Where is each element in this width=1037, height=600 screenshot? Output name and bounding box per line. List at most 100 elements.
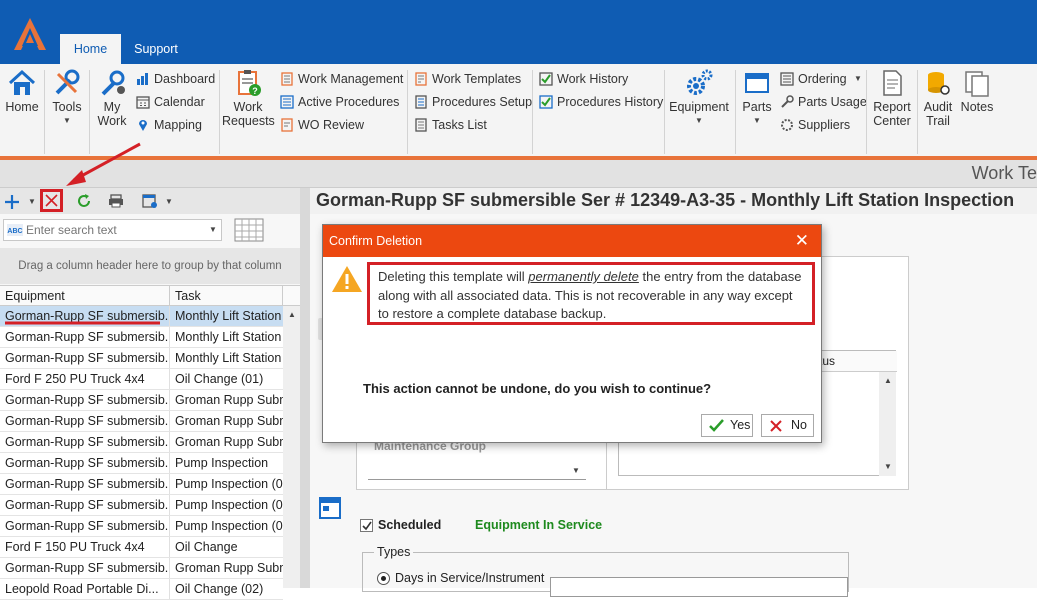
dashboard-label: Dashboard bbox=[154, 72, 216, 86]
table-row[interactable]: Gorman-Rupp SF submersib... Pump Inspecti… bbox=[0, 453, 283, 474]
procedures-setup-label: Procedures Setup bbox=[432, 95, 533, 109]
tab-support[interactable]: Support bbox=[127, 34, 185, 64]
calendar-icon bbox=[136, 96, 150, 109]
svg-text:?: ? bbox=[252, 86, 258, 96]
notes-icon bbox=[965, 71, 989, 97]
checkmark-icon bbox=[362, 521, 372, 531]
scroll-up-icon[interactable]: ▲ bbox=[288, 310, 296, 319]
days-in-service-field[interactable] bbox=[550, 577, 848, 597]
task-cell: Pump Inspection (01 bbox=[175, 477, 283, 491]
work-history-label: Work History bbox=[557, 72, 629, 86]
annotation-arrow bbox=[66, 142, 141, 186]
message-text-1: Deleting this template will bbox=[378, 269, 529, 284]
search-box[interactable]: ABC ▼ bbox=[3, 219, 222, 241]
refresh-icon[interactable] bbox=[76, 193, 92, 209]
parts-usage-icon bbox=[781, 95, 794, 108]
home-button[interactable]: Home bbox=[4, 68, 40, 114]
chevron-down-icon[interactable]: ▼ bbox=[209, 225, 217, 234]
grid-layout-icon[interactable] bbox=[234, 218, 264, 242]
delete-x-icon bbox=[45, 194, 58, 207]
warning-icon bbox=[332, 266, 362, 292]
task-cell: Pump Inspection (02 bbox=[175, 498, 283, 512]
ribbon-separator bbox=[219, 70, 220, 154]
title-bar: Home Support bbox=[0, 0, 1037, 64]
database-search-icon bbox=[928, 72, 950, 95]
equipment-cell: Gorman-Rupp SF submersib... bbox=[0, 390, 170, 410]
maintenance-group-select[interactable]: ▼ bbox=[368, 460, 586, 480]
dialog-question: This action cannot be undone, do you wis… bbox=[363, 381, 712, 396]
equipment-cell: Gorman-Rupp SF submersib... bbox=[0, 495, 170, 515]
parts-usage-label: Parts Usage bbox=[798, 95, 867, 109]
ordering-icon bbox=[780, 72, 794, 86]
chevron-down-icon[interactable]: ▼ bbox=[572, 466, 580, 475]
table-row[interactable]: Gorman-Rupp SF submersib... Monthly Lift … bbox=[0, 348, 283, 369]
delete-button[interactable] bbox=[40, 189, 63, 212]
days-in-service-label: Days in Service/Instrument bbox=[395, 571, 545, 585]
table-row[interactable]: Leopold Road Portable Di... Oil Change (0… bbox=[0, 579, 283, 600]
task-cell: Oil Change (01) bbox=[175, 372, 264, 386]
equipment-cell: Leopold Road Portable Di... bbox=[0, 579, 170, 599]
confirm-deletion-dialog: Confirm Deletion ✕ Deleting this templat… bbox=[322, 224, 822, 443]
table-row[interactable]: Gorman-Rupp SF submersib... Pump Inspecti… bbox=[0, 474, 283, 495]
task-cell: Oil Change (02) bbox=[175, 582, 264, 596]
parts-button[interactable]: Parts ▼ bbox=[739, 68, 775, 128]
column-header-task[interactable]: Task bbox=[170, 286, 283, 306]
list-icon bbox=[281, 72, 293, 86]
abc-search-icon: ABC bbox=[7, 224, 23, 236]
tools-button[interactable]: Tools ▼ bbox=[48, 68, 86, 128]
table-row[interactable]: Ford F 150 PU Truck 4x4 Oil Change bbox=[0, 537, 283, 558]
table-row[interactable]: Gorman-Rupp SF submersib... Groman Rupp S… bbox=[0, 558, 283, 579]
no-button[interactable]: No bbox=[761, 414, 814, 437]
work-requests-button[interactable]: ? Work Requests bbox=[222, 68, 275, 128]
active-procedures-label: Active Procedures bbox=[298, 95, 400, 109]
print-icon[interactable] bbox=[108, 193, 124, 209]
yes-button[interactable]: Yes bbox=[701, 414, 753, 437]
export-icon[interactable] bbox=[142, 193, 158, 209]
group-by-area[interactable]: Drag a column header here to group by th… bbox=[0, 248, 300, 284]
tools-icon bbox=[55, 69, 80, 95]
table-row[interactable]: Gorman-Rupp SF submersib... Monthly Lift … bbox=[0, 327, 283, 348]
report-center-label-1: Report bbox=[873, 100, 911, 114]
map-pin-icon bbox=[139, 120, 147, 131]
search-input[interactable] bbox=[26, 222, 196, 238]
column-header-equipment[interactable]: Equipment bbox=[0, 286, 170, 306]
ribbon: Home Tools ▼ My Work Dashboard Calendar … bbox=[0, 64, 1037, 160]
scroll-down-icon[interactable]: ▼ bbox=[884, 462, 892, 471]
ribbon-separator bbox=[664, 70, 665, 154]
add-icon[interactable] bbox=[3, 193, 21, 211]
status-list-scrollbar[interactable]: ▲ ▼ bbox=[879, 372, 896, 476]
grid-scrollbar[interactable]: ▲ bbox=[283, 306, 300, 588]
table-row[interactable]: Gorman-Rupp SF submersib... Pump Inspecti… bbox=[0, 516, 283, 537]
scheduled-checkbox[interactable] bbox=[360, 519, 373, 532]
procedure-list-icon bbox=[280, 95, 294, 109]
chevron-down-icon[interactable]: ▼ bbox=[165, 197, 173, 206]
equipment-button[interactable]: Equipment ▼ bbox=[668, 68, 730, 128]
tasks-icon bbox=[415, 118, 427, 132]
close-icon[interactable]: ✕ bbox=[795, 231, 809, 251]
my-work-label-2: Work bbox=[97, 114, 127, 128]
gears-icon bbox=[687, 69, 713, 95]
table-row[interactable]: Ford F 250 PU Truck 4x4 Oil Change (01) bbox=[0, 369, 283, 390]
scroll-up-icon[interactable]: ▲ bbox=[884, 376, 892, 385]
panel-splitter[interactable] bbox=[300, 188, 310, 588]
table-row[interactable]: Gorman-Rupp SF submersib... Groman Rupp S… bbox=[0, 411, 283, 432]
wrench-user-icon bbox=[101, 70, 125, 96]
chevron-down-icon[interactable]: ▼ bbox=[28, 197, 36, 206]
task-cell: Groman Rupp Subm bbox=[175, 393, 283, 407]
yes-label: Yes bbox=[730, 418, 751, 432]
notes-button[interactable]: Notes bbox=[958, 68, 996, 114]
tab-home[interactable]: Home bbox=[60, 34, 121, 64]
work-area-title: Work Te bbox=[971, 163, 1037, 183]
table-row[interactable]: Gorman-Rupp SF submersib... Pump Inspecti… bbox=[0, 495, 283, 516]
work-requests-label-2: Requests bbox=[222, 114, 275, 128]
table-row[interactable]: Gorman-Rupp SF submersib... Groman Rupp S… bbox=[0, 432, 283, 453]
equipment-cell: Gorman-Rupp SF submersib... bbox=[0, 474, 170, 494]
task-cell: Pump Inspection (03 bbox=[175, 519, 283, 533]
table-row[interactable]: Gorman-Rupp SF submersib... Groman Rupp S… bbox=[0, 390, 283, 411]
audit-trail-button[interactable]: Audit Trail bbox=[920, 68, 956, 128]
chevron-down-icon: ▼ bbox=[854, 74, 862, 83]
report-center-button[interactable]: Report Center bbox=[870, 68, 914, 128]
days-in-service-radio[interactable] bbox=[377, 572, 390, 585]
my-work-button[interactable]: My Work bbox=[92, 68, 132, 128]
equipment-label: Equipment bbox=[669, 100, 729, 114]
